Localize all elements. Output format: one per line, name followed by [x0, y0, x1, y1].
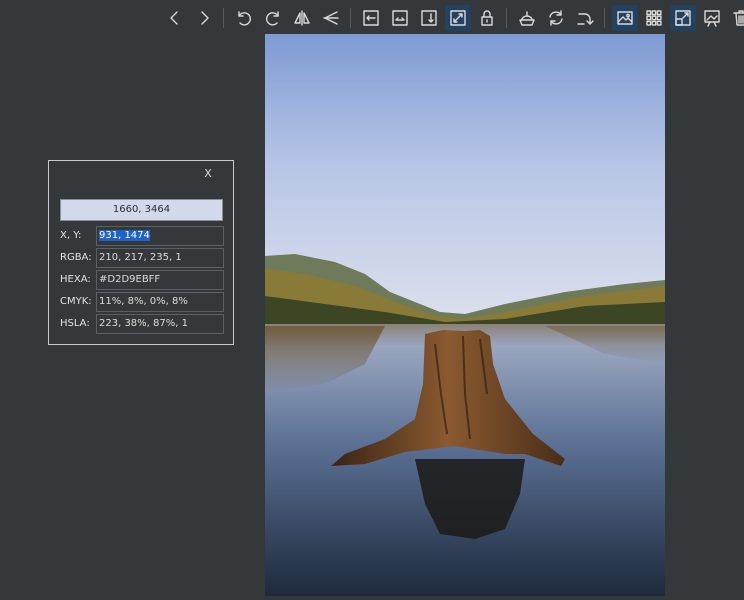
previous-button[interactable]: [162, 5, 188, 31]
open-with-button[interactable]: [514, 5, 540, 31]
hsla-label: HSLA:: [60, 318, 90, 329]
rgba-row: RGBA: 210, 217, 235, 1: [60, 248, 224, 268]
separator: [350, 8, 351, 28]
cmyk-label: CMYK:: [60, 296, 92, 307]
separator: [223, 8, 224, 28]
separator: [506, 8, 507, 28]
rgba-label: RGBA:: [60, 252, 92, 263]
fit-both-icon: [420, 10, 437, 26]
fullscreen-icon: [674, 10, 691, 26]
lock-icon: [480, 10, 493, 26]
fit-height-icon: [391, 10, 408, 26]
fit-height-button[interactable]: [387, 5, 413, 31]
trash-icon: [732, 10, 744, 26]
chevron-right-icon: [200, 11, 209, 25]
auto-zoom-button[interactable]: [444, 5, 471, 31]
toolbar: [160, 4, 744, 32]
flip-vertical-button[interactable]: [318, 5, 344, 31]
coordinates-row: X, Y: 931, 1474: [60, 226, 224, 246]
rgba-field[interactable]: 210, 217, 235, 1: [96, 248, 224, 268]
landscape-photo: [265, 34, 665, 596]
color-picker-dialog: X 1660, 3464 X, Y: 931, 1474 RGBA: 210, …: [48, 160, 234, 345]
cloud-icon: [518, 11, 535, 26]
hsla-row: HSLA: 223, 38%, 87%, 1: [60, 314, 224, 334]
fullscreen-button[interactable]: [669, 5, 696, 31]
color-preview-swatch: 1660, 3464: [60, 199, 223, 221]
main-image[interactable]: [265, 34, 665, 596]
hexa-field[interactable]: #D2D9EBFF: [96, 270, 224, 290]
rotate-right-icon: [265, 11, 279, 26]
hexa-row: HEXA: #D2D9EBFF: [60, 270, 224, 290]
fit-both-button[interactable]: [416, 5, 442, 31]
hsla-field[interactable]: 223, 38%, 87%, 1: [96, 314, 224, 334]
cmyk-row: CMYK: 11%, 8%, 0%, 8%: [60, 292, 224, 312]
image-view-button[interactable]: [611, 5, 638, 31]
goto-button[interactable]: [572, 5, 598, 31]
rotate-right-button[interactable]: [260, 5, 286, 31]
lock-zoom-button[interactable]: [474, 5, 500, 31]
next-button[interactable]: [191, 5, 217, 31]
rotate-left-button[interactable]: [231, 5, 257, 31]
fit-width-icon: [362, 10, 379, 26]
refresh-icon: [548, 10, 563, 26]
chevron-left-icon: [169, 11, 178, 25]
flip-horizontal-icon: [293, 10, 310, 26]
flip-vertical-icon: [322, 11, 339, 25]
coordinates-label: X, Y:: [60, 230, 82, 241]
auto-zoom-icon: [449, 10, 466, 26]
coordinates-field[interactable]: 931, 1474: [96, 226, 224, 246]
cmyk-field[interactable]: 11%, 8%, 0%, 8%: [96, 292, 224, 312]
fit-width-button[interactable]: [358, 5, 384, 31]
flip-horizontal-button[interactable]: [289, 5, 315, 31]
slideshow-button[interactable]: [699, 5, 725, 31]
slideshow-icon: [703, 10, 720, 27]
close-button[interactable]: X: [201, 167, 215, 181]
rotate-left-icon: [237, 11, 251, 26]
image-icon: [616, 11, 633, 25]
redo-icon: [576, 13, 594, 25]
hexa-label: HEXA:: [60, 274, 91, 285]
separator: [604, 8, 605, 28]
refresh-button[interactable]: [543, 5, 569, 31]
grid-icon: [645, 10, 662, 26]
thumbnail-grid-button[interactable]: [641, 5, 667, 31]
coordinates-value: 931, 1474: [99, 230, 150, 241]
delete-button[interactable]: [728, 5, 744, 31]
